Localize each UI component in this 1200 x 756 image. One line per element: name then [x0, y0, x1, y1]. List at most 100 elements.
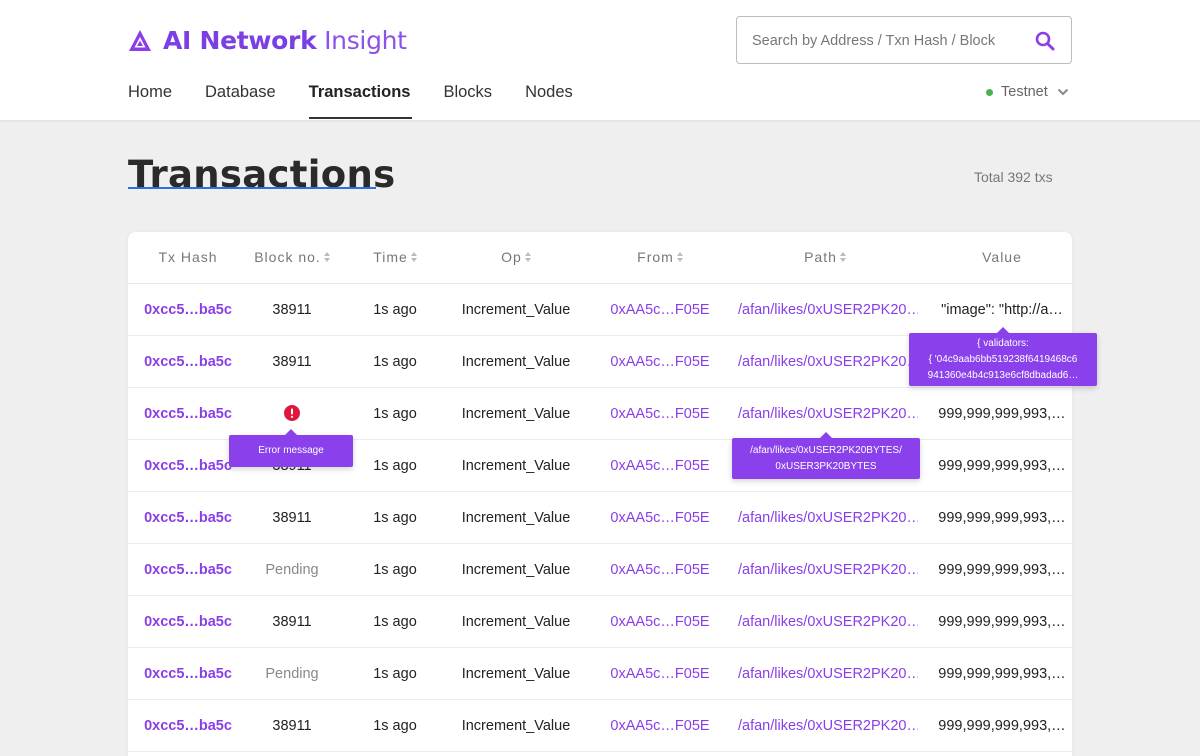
column-header-value: Value [932, 249, 1072, 265]
table-row[interactable]: 0xcc5…ba5c38911 1s ago Increment_Value 0xAA… [128, 596, 1072, 648]
sort-icon [524, 252, 531, 262]
network-label: Testnet [1001, 84, 1048, 100]
nav-database[interactable]: Database [205, 80, 276, 120]
time-cell: 1s ago [373, 510, 417, 526]
column-header-label: Value [982, 249, 1022, 265]
op-cell: Increment_Value [461, 406, 571, 422]
tx-hash-link[interactable]: 0xcc5…ba5c [128, 388, 248, 440]
path-link[interactable]: /afan/likes/0xUSER2PK20… [732, 492, 918, 544]
title-underline [128, 187, 376, 189]
column-header-label: Block no. [254, 249, 321, 265]
block-cell: Pending [265, 562, 319, 578]
value-cell[interactable]: 999,999,999,993,… [932, 440, 1072, 492]
search-box [736, 16, 1072, 64]
sort-icon [410, 252, 417, 262]
column-header-label: Time [373, 249, 408, 265]
transactions-table: Tx Hash Block no. Time Op From Path Valu… [128, 232, 1072, 756]
column-header-block[interactable]: Block no. [248, 249, 336, 265]
tx-hash-link[interactable]: 0xcc5…ba5c [128, 596, 248, 648]
time-cell: 1s ago [373, 666, 417, 682]
column-header-time[interactable]: Time [350, 249, 440, 265]
path-link[interactable]: /afan/likes/0xUSER2PK20… [732, 336, 918, 388]
column-header-op[interactable]: Op [440, 249, 592, 265]
from-address-link[interactable]: 0xAA5c…F05E [598, 492, 722, 544]
column-header-path[interactable]: Path [732, 249, 918, 265]
logo-text: AI Network Insight [163, 26, 407, 55]
time-cell: 1s ago [373, 614, 417, 630]
block-cell[interactable]: 38911 [248, 284, 336, 336]
tx-hash-link[interactable]: 0xcc5…ba5c [128, 700, 248, 752]
network-selector[interactable]: Testnet [986, 84, 1069, 100]
block-cell[interactable]: 38911 [248, 700, 336, 752]
block-cell: Pending [265, 666, 319, 682]
path-link[interactable]: /afan/likes/0xUSER2PK20… [732, 700, 918, 752]
nav-blocks[interactable]: Blocks [443, 80, 492, 120]
from-address-link[interactable]: 0xAA5c…F05E [598, 284, 722, 336]
search-icon[interactable] [1035, 31, 1055, 51]
nav-transactions[interactable]: Transactions [308, 80, 413, 120]
path-link[interactable]: /afan/likes/0xUSER2PK20… [732, 544, 918, 596]
block-cell[interactable]: 38911 [248, 596, 336, 648]
value-tooltip-line: 941360e4b4c913e6cf8dbadad6… [927, 370, 1079, 381]
block-cell[interactable]: 38911 [248, 336, 336, 388]
time-cell: 1s ago [373, 718, 417, 734]
error-icon[interactable] [284, 404, 300, 421]
path-tooltip-line: 0xUSER3PK20BYTES [775, 461, 877, 472]
error-tooltip: Error message [229, 429, 353, 467]
table-row[interactable]: 0xcc5…ba5c Pending 1s ago Increment_Value 0x… [128, 544, 1072, 596]
time-cell: 1s ago [373, 562, 417, 578]
value-cell[interactable]: 999,999,999,993,… [932, 596, 1072, 648]
top-header: AI Network Insight Home Database Transac… [0, 0, 1200, 120]
value-cell[interactable]: 999,999,999,993,… [932, 492, 1072, 544]
column-header-label: Tx Hash [158, 249, 218, 265]
logo[interactable]: AI Network Insight [128, 26, 407, 55]
tx-hash-link[interactable]: 0xcc5…ba5c [128, 492, 248, 544]
time-cell: 1s ago [373, 354, 417, 370]
time-cell: 1s ago [373, 458, 417, 474]
from-address-link[interactable]: 0xAA5c…F05E [598, 440, 722, 492]
table-row[interactable]: 0xcc5…ba5c 1s ago Increment_Value 0xAA5c…F0… [128, 388, 1072, 440]
page-title: Transactions [128, 153, 396, 196]
logo-text-light: Insight [324, 26, 407, 55]
op-cell: Increment_Value [461, 302, 571, 318]
table-row[interactable]: 0xcc5…ba5c Pending 1s ago Increment_Value 0x… [128, 648, 1072, 700]
from-address-link[interactable]: 0xAA5c…F05E [598, 388, 722, 440]
column-header-label: Op [501, 249, 522, 265]
from-address-link[interactable]: 0xAA5c…F05E [598, 596, 722, 648]
value-tooltip: { validators: { '04c9aab6bb519238f641946… [909, 327, 1097, 386]
value-cell[interactable]: 999,999,999,993,… [932, 544, 1072, 596]
ai-network-logo-icon [129, 29, 151, 51]
nav-home[interactable]: Home [128, 80, 172, 120]
value-tooltip-line: { '04c9aab6bb519238f6419468c6 [928, 354, 1078, 365]
column-header-from[interactable]: From [598, 249, 722, 265]
from-address-link[interactable]: 0xAA5c…F05E [598, 544, 722, 596]
op-cell: Increment_Value [461, 562, 571, 578]
table-row[interactable]: 0xcc5…ba5c38911 1s ago Increment_Value 0xAA… [128, 492, 1072, 544]
sort-icon [839, 252, 846, 262]
path-tooltip-line: /afan/likes/0xUSER2PK20BYTES/ [750, 445, 902, 456]
from-address-link[interactable]: 0xAA5c…F05E [598, 648, 722, 700]
from-address-link[interactable]: 0xAA5c…F05E [598, 700, 722, 752]
sort-icon [676, 252, 683, 262]
tx-hash-link[interactable]: 0xcc5…ba5c [128, 284, 248, 336]
op-cell: Increment_Value [461, 718, 571, 734]
table-row[interactable]: 0xcc5…ba5c38911 1s ago Increment_Value 0xAA… [128, 700, 1072, 752]
op-cell: Increment_Value [461, 666, 571, 682]
table-row[interactable]: 0xcc5…ba5c38911 1s ago Increment_Value 0xAA… [128, 284, 1072, 336]
nav-nodes[interactable]: Nodes [525, 80, 573, 120]
path-link[interactable]: /afan/likes/0xUSER2PK20… [732, 596, 918, 648]
value-tooltip-line: { validators: [977, 338, 1029, 349]
block-cell[interactable]: 38911 [248, 492, 336, 544]
value-cell[interactable]: 999,999,999,993,… [932, 388, 1072, 440]
path-link[interactable]: /afan/likes/0xUSER2PK20… [732, 648, 918, 700]
tx-hash-link[interactable]: 0xcc5…ba5c [128, 648, 248, 700]
tx-hash-link[interactable]: 0xcc5…ba5c [128, 544, 248, 596]
search-input[interactable] [752, 30, 1022, 52]
path-link[interactable]: /afan/likes/0xUSER2PK20… [732, 284, 918, 336]
tx-hash-link[interactable]: 0xcc5…ba5c [128, 336, 248, 388]
op-cell: Increment_Value [461, 614, 571, 630]
from-address-link[interactable]: 0xAA5c…F05E [598, 336, 722, 388]
column-header-label: Path [804, 249, 837, 265]
value-cell[interactable]: 999,999,999,993,… [932, 648, 1072, 700]
value-cell[interactable]: 999,999,999,993,… [932, 700, 1072, 752]
